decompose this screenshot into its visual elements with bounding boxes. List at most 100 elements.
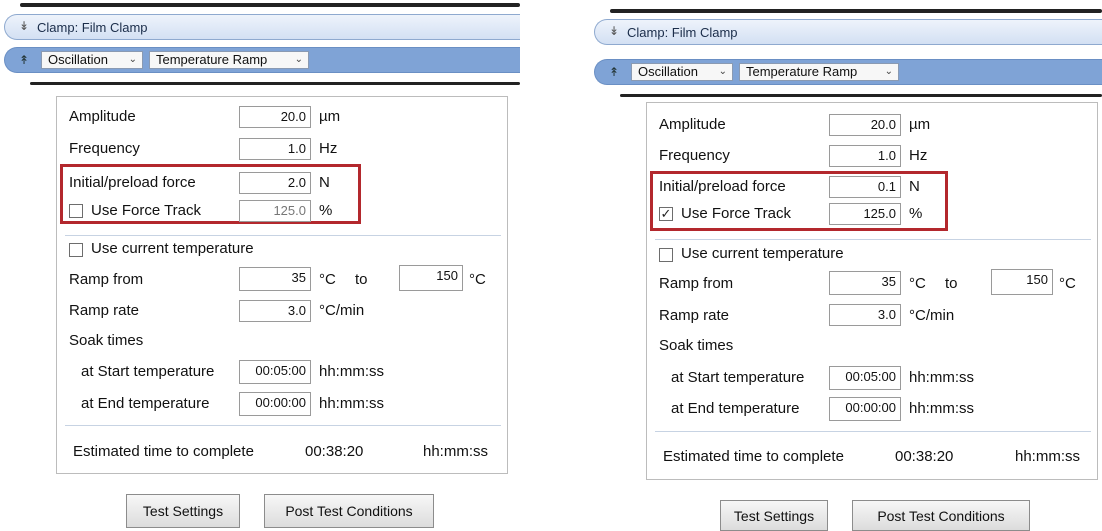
ramp-rate-label: Ramp rate bbox=[659, 307, 730, 324]
preload-label: Initial/preload force bbox=[69, 174, 196, 191]
test-header: ↟ Oscillation ⌄ Temperature Ramp ⌄ bbox=[594, 59, 1102, 85]
amplitude-input[interactable]: 20.0 bbox=[829, 114, 901, 136]
soak-end-label: at End temperature bbox=[81, 395, 210, 412]
separator bbox=[65, 235, 501, 236]
amplitude-input[interactable]: 20.0 bbox=[239, 106, 311, 128]
soak-end-input[interactable]: 00:00:00 bbox=[829, 397, 901, 421]
header-shadow bbox=[620, 94, 1102, 97]
estimated-time-value: 00:38:20 bbox=[895, 448, 954, 465]
soak-end-unit: hh:mm:ss bbox=[319, 395, 385, 412]
test-type-dropdown-label: Temperature Ramp bbox=[746, 64, 858, 79]
use-current-temp-checkbox[interactable] bbox=[659, 248, 673, 262]
double-chevron-down-icon[interactable]: ↡ bbox=[609, 24, 619, 38]
ramp-rate-input[interactable]: 3.0 bbox=[239, 300, 311, 322]
clamp-title: Clamp: Film Clamp bbox=[37, 20, 148, 35]
preload-input[interactable]: 2.0 bbox=[239, 172, 311, 194]
double-chevron-down-icon[interactable]: ↡ bbox=[19, 19, 29, 33]
estimated-time-unit: hh:mm:ss bbox=[423, 443, 489, 460]
preload-label: Initial/preload force bbox=[659, 178, 786, 195]
ramp-rate-unit: °C/min bbox=[319, 302, 365, 319]
settings-box: Amplitude 20.0 µm Frequency 1.0 Hz Initi… bbox=[646, 102, 1098, 480]
clamp-header[interactable]: ↡ Clamp: Film Clamp bbox=[594, 19, 1102, 45]
test-type-dropdown[interactable]: Temperature Ramp ⌄ bbox=[739, 63, 899, 81]
frequency-label: Frequency bbox=[69, 140, 140, 157]
ramp-rate-unit: °C/min bbox=[909, 307, 955, 324]
ramp-to-input[interactable]: 150 bbox=[991, 269, 1053, 295]
frequency-label: Frequency bbox=[659, 147, 730, 164]
double-chevron-up-icon[interactable]: ↟ bbox=[19, 53, 29, 67]
soak-end-input[interactable]: 00:00:00 bbox=[239, 392, 311, 416]
chevron-down-icon: ⌄ bbox=[718, 66, 727, 77]
mode-dropdown-label: Oscillation bbox=[48, 52, 108, 67]
mode-dropdown[interactable]: Oscillation ⌄ bbox=[631, 63, 733, 81]
ramp-to-label: to bbox=[355, 271, 368, 288]
ramp-to-unit: °C bbox=[469, 271, 486, 288]
use-current-temp-label: Use current temperature bbox=[91, 240, 254, 257]
frequency-unit: Hz bbox=[909, 147, 928, 164]
frequency-input[interactable]: 1.0 bbox=[829, 145, 901, 167]
soak-start-unit: hh:mm:ss bbox=[909, 369, 975, 386]
clamp-header[interactable]: ↡ Clamp: Film Clamp bbox=[4, 14, 520, 40]
ramp-from-unit: °C bbox=[909, 275, 926, 292]
preload-unit: N bbox=[909, 178, 920, 195]
double-chevron-up-icon[interactable]: ↟ bbox=[609, 65, 619, 79]
amplitude-unit: µm bbox=[909, 116, 931, 133]
right-panel: ↡ Clamp: Film Clamp ↟ Oscillation ⌄ Temp… bbox=[590, 0, 1102, 531]
left-panel: ↡ Clamp: Film Clamp ↟ Oscillation ⌄ Temp… bbox=[0, 0, 520, 531]
test-type-dropdown[interactable]: Temperature Ramp ⌄ bbox=[149, 51, 309, 69]
amplitude-label: Amplitude bbox=[659, 116, 726, 133]
ramp-from-label: Ramp from bbox=[69, 271, 144, 288]
ramp-from-input[interactable]: 35 bbox=[829, 271, 901, 295]
chevron-down-icon: ⌄ bbox=[884, 66, 893, 77]
test-header: ↟ Oscillation ⌄ Temperature Ramp ⌄ bbox=[4, 47, 520, 73]
frequency-input[interactable]: 1.0 bbox=[239, 138, 311, 160]
soak-start-label: at Start temperature bbox=[81, 363, 215, 380]
soak-times-label: Soak times bbox=[659, 337, 734, 354]
ramp-to-unit: °C bbox=[1059, 275, 1076, 292]
estimated-time-unit: hh:mm:ss bbox=[1015, 448, 1081, 465]
separator bbox=[655, 239, 1091, 240]
use-current-temp-checkbox[interactable] bbox=[69, 243, 83, 257]
ramp-rate-input[interactable]: 3.0 bbox=[829, 304, 901, 326]
test-settings-button[interactable]: Test Settings bbox=[720, 500, 828, 531]
test-type-dropdown-label: Temperature Ramp bbox=[156, 52, 268, 67]
force-track-unit: % bbox=[319, 202, 333, 219]
force-track-label: Use Force Track bbox=[681, 205, 792, 222]
estimated-time-label: Estimated time to complete bbox=[663, 448, 844, 465]
soak-start-unit: hh:mm:ss bbox=[319, 363, 385, 380]
preload-unit: N bbox=[319, 174, 330, 191]
chevron-down-icon: ⌄ bbox=[128, 54, 137, 65]
header-shadow bbox=[610, 9, 1102, 13]
force-track-input[interactable]: 125.0 bbox=[829, 203, 901, 225]
settings-box: Amplitude 20.0 µm Frequency 1.0 Hz Initi… bbox=[56, 96, 508, 474]
use-current-temp-label: Use current temperature bbox=[681, 245, 844, 262]
header-shadow bbox=[20, 3, 520, 7]
mode-dropdown[interactable]: Oscillation ⌄ bbox=[41, 51, 143, 69]
ramp-from-label: Ramp from bbox=[659, 275, 734, 292]
ramp-to-input[interactable]: 150 bbox=[399, 265, 463, 291]
ramp-from-input[interactable]: 35 bbox=[239, 267, 311, 291]
ramp-rate-label: Ramp rate bbox=[69, 302, 140, 319]
soak-start-input[interactable]: 00:05:00 bbox=[829, 366, 901, 390]
estimated-time-value: 00:38:20 bbox=[305, 443, 364, 460]
force-track-checkbox[interactable]: ✓ bbox=[659, 207, 673, 221]
soak-end-label: at End temperature bbox=[671, 400, 800, 417]
test-settings-button[interactable]: Test Settings bbox=[126, 494, 240, 528]
soak-end-unit: hh:mm:ss bbox=[909, 400, 975, 417]
checkmark-icon: ✓ bbox=[660, 206, 672, 221]
clamp-title: Clamp: Film Clamp bbox=[627, 25, 738, 40]
estimated-time-label: Estimated time to complete bbox=[73, 443, 254, 460]
separator bbox=[65, 425, 501, 426]
preload-input[interactable]: 0.1 bbox=[829, 176, 901, 198]
separator bbox=[655, 431, 1091, 432]
force-track-checkbox[interactable] bbox=[69, 204, 83, 218]
post-test-conditions-button[interactable]: Post Test Conditions bbox=[264, 494, 434, 528]
force-track-unit: % bbox=[909, 205, 923, 222]
frequency-unit: Hz bbox=[319, 140, 338, 157]
force-track-input[interactable]: 125.0 bbox=[239, 200, 311, 222]
soak-start-input[interactable]: 00:05:00 bbox=[239, 360, 311, 384]
header-shadow bbox=[30, 82, 520, 85]
ramp-to-label: to bbox=[945, 275, 958, 292]
mode-dropdown-label: Oscillation bbox=[638, 64, 698, 79]
post-test-conditions-button[interactable]: Post Test Conditions bbox=[852, 500, 1030, 531]
